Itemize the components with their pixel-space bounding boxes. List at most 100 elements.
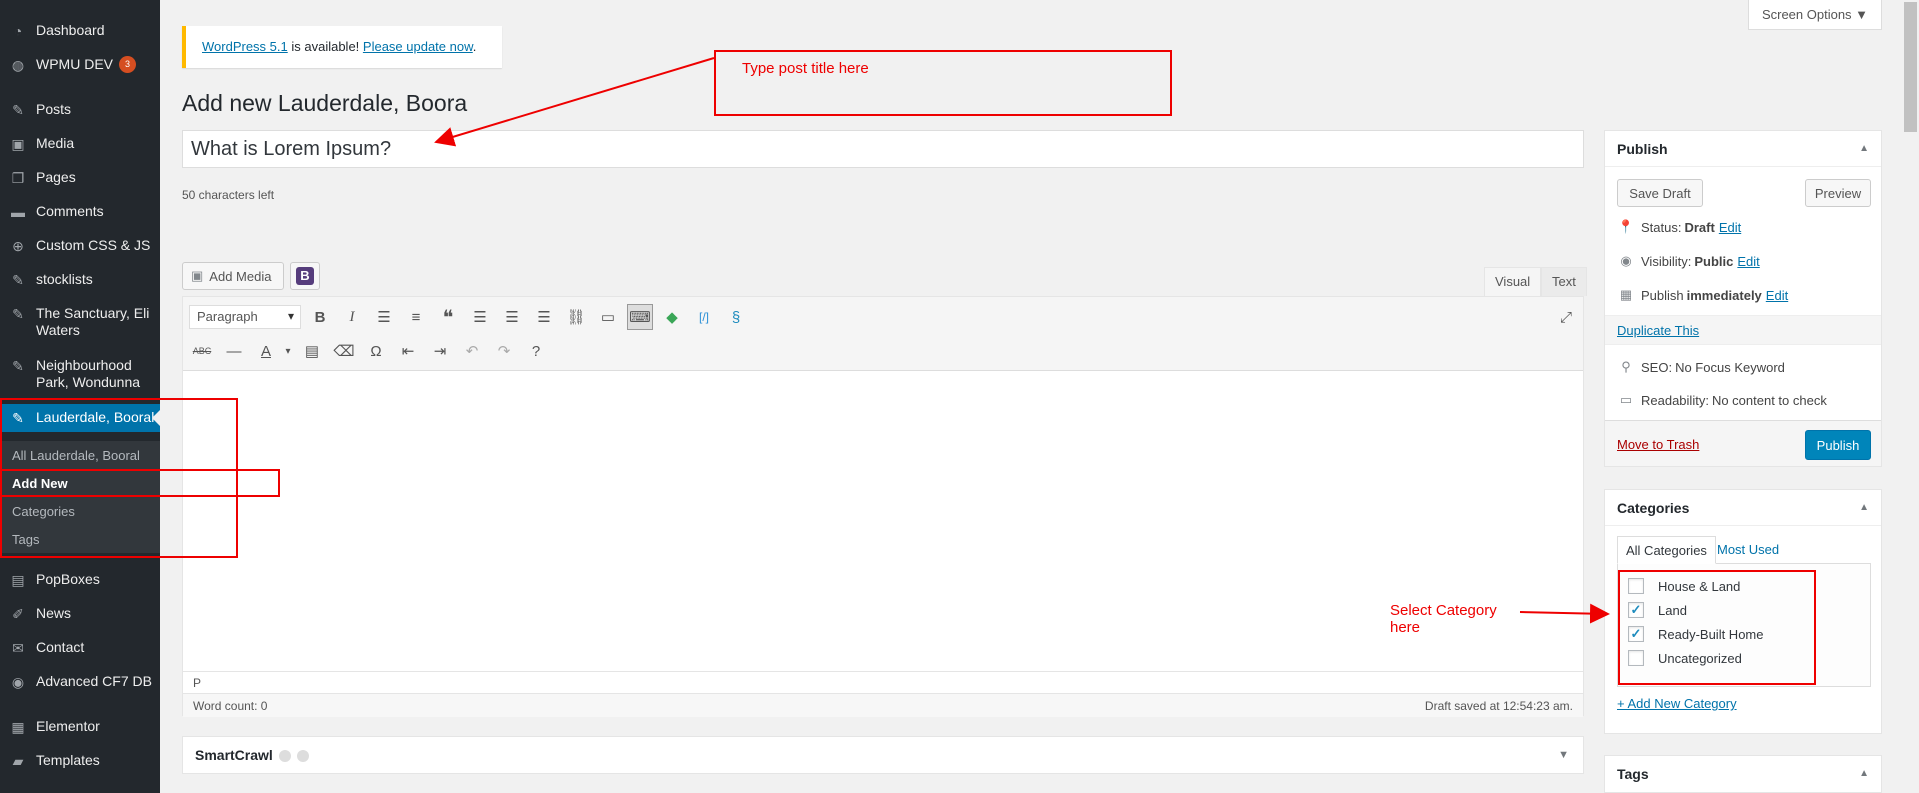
tags-box: Tags ▲ <box>1604 755 1882 793</box>
add-new-highlight-box <box>0 469 280 497</box>
sidebar-item-neighbourhood[interactable]: ✎ Neighbourhood Park, Wondunna <box>0 357 160 391</box>
pages-icon: ❐ <box>11 169 25 186</box>
elementor-icon: ▦ <box>11 718 25 735</box>
sidebar-item-templates[interactable]: ▰ Templates <box>0 752 160 769</box>
post-editor: Paragraph B I ☰ ≡ ❝ ☰ ☰ ☰ ⛓ ▭ ⌨ ◆ [/] § … <box>182 296 1584 717</box>
search-icon: ⚲ <box>1621 359 1631 374</box>
fullscreen-icon[interactable]: ⤢ <box>1553 304 1579 330</box>
numbered-list-icon[interactable]: ≡ <box>403 304 429 330</box>
sidebar-item-posts[interactable]: ✎ Posts <box>0 101 160 118</box>
comments-icon: ▬ <box>11 203 25 220</box>
dashboard-icon: ◔ <box>13 22 23 39</box>
clear-formatting-icon[interactable]: ⌫ <box>331 338 357 364</box>
read-more-icon[interactable]: ▭ <box>595 304 621 330</box>
seo-row: ⚲ SEO: No Focus Keyword <box>1617 359 1785 375</box>
tags-box-header[interactable]: Tags ▲ <box>1605 756 1881 792</box>
status-row: 📍 Status: Draft Edit <box>1617 219 1742 235</box>
post-title-input[interactable] <box>182 130 1584 168</box>
collapse-icon[interactable]: ▲ <box>1859 768 1869 779</box>
code-icon[interactable]: [/] <box>691 304 717 330</box>
link-icon[interactable]: ⛓ <box>563 304 589 330</box>
redo-icon[interactable]: ↷ <box>491 338 517 364</box>
indent-icon[interactable]: ⇥ <box>427 338 453 364</box>
outdent-icon[interactable]: ⇤ <box>395 338 421 364</box>
publish-actions: Move to Trash Publish <box>1605 420 1881 466</box>
sidebar-item-dashboard[interactable]: ◔ Dashboard <box>0 22 160 39</box>
sidebar-item-popboxes[interactable]: ▤ PopBoxes <box>0 571 160 588</box>
strikethrough-icon[interactable]: ABC <box>189 338 215 364</box>
sidebar-item-sanctuary[interactable]: ✎ The Sanctuary, Eli Waters <box>0 305 160 339</box>
sidebar-item-custom-css[interactable]: ⊕ Custom CSS & JS <box>0 237 160 254</box>
pin-icon: 📍 <box>1617 219 1635 234</box>
status-dot-icon <box>296 750 309 763</box>
plus-circle-icon: ⊕ <box>12 237 24 254</box>
special-character-icon[interactable]: Ω <box>363 338 389 364</box>
tab-visual[interactable]: Visual <box>1484 267 1542 296</box>
wordpress-version-link[interactable]: WordPress 5.1 <box>202 39 288 54</box>
tab-text[interactable]: Text <box>1541 267 1587 296</box>
tab-most-used[interactable]: Most Used <box>1709 536 1787 564</box>
align-left-icon[interactable]: ☰ <box>467 304 493 330</box>
popboxes-icon: ▤ <box>11 571 25 588</box>
eye-icon: ◉ <box>11 673 25 690</box>
bullet-list-icon[interactable]: ☰ <box>371 304 397 330</box>
page-scrollbar[interactable] <box>1902 0 1919 793</box>
visibility-row: ◉ Visibility: Public Edit <box>1617 253 1759 269</box>
update-notice: WordPress 5.1 is available! Please updat… <box>182 26 502 68</box>
screen-options-button[interactable]: Screen Options ▼ <box>1748 0 1882 30</box>
sidebar-item-stocklists[interactable]: ✎ stocklists <box>0 271 160 288</box>
bold-icon[interactable]: B <box>307 304 333 330</box>
schedule-row: ▦ Publish immediately Edit <box>1617 287 1788 303</box>
wpmudev-icon: ◍ <box>11 56 25 73</box>
toolbar-toggle-icon[interactable]: ⌨ <box>627 304 653 330</box>
category-hint-text: Select Category here <box>1390 602 1497 636</box>
add-new-category-link[interactable]: + Add New Category <box>1617 696 1737 711</box>
blockquote-icon[interactable]: ❝ <box>435 304 461 330</box>
folder-icon: ▰ <box>12 752 24 769</box>
smartcrawl-metabox[interactable]: SmartCrawl ▼ <box>182 736 1584 774</box>
chevron-down-icon[interactable]: ▼ <box>1558 749 1569 761</box>
sidebar-item-news[interactable]: ✐ News <box>0 605 160 622</box>
sidebar-item-media[interactable]: ▣ Media <box>0 135 160 152</box>
update-now-link[interactable]: Please update now <box>363 39 473 54</box>
sidebar-item-cf7db[interactable]: ◉ Advanced CF7 DB <box>0 673 160 690</box>
shortcode-icon[interactable]: § <box>723 304 749 330</box>
edit-status-link[interactable]: Edit <box>1719 220 1741 235</box>
duplicate-link[interactable]: Duplicate This <box>1617 323 1699 338</box>
chevron-down-icon[interactable]: ▾ <box>275 338 301 364</box>
sidebar-item-pages[interactable]: ❐ Pages <box>0 169 160 186</box>
add-media-button[interactable]: ▣ Add Media <box>182 262 284 290</box>
align-right-icon[interactable]: ☰ <box>531 304 557 330</box>
monitor-icon: ▭ <box>1619 392 1633 407</box>
save-draft-button[interactable]: Save Draft <box>1617 179 1703 207</box>
publish-box: Publish ▲ Save Draft Preview 📍 Status: Draf… <box>1604 130 1882 467</box>
publish-button[interactable]: Publish <box>1805 430 1871 460</box>
publish-box-header[interactable]: Publish ▲ <box>1605 131 1881 167</box>
align-center-icon[interactable]: ☰ <box>499 304 525 330</box>
undo-icon[interactable]: ↶ <box>459 338 485 364</box>
paste-text-icon[interactable]: ▤ <box>299 338 325 364</box>
sidebar-item-contact[interactable]: ✉ Contact <box>0 639 160 656</box>
edit-schedule-link[interactable]: Edit <box>1766 288 1788 303</box>
edit-visibility-link[interactable]: Edit <box>1737 254 1759 269</box>
media-icon: ▣ <box>11 135 25 152</box>
italic-icon[interactable]: I <box>339 304 365 330</box>
sidebar-item-elementor[interactable]: ▦ Elementor <box>0 718 160 735</box>
scrollbar-thumb[interactable] <box>1904 2 1917 132</box>
collapse-icon[interactable]: ▲ <box>1859 143 1869 154</box>
editor-content-area[interactable] <box>183 371 1583 671</box>
bootstrap-shortcode-button[interactable]: B <box>290 262 320 290</box>
collapse-icon[interactable]: ▲ <box>1859 502 1869 513</box>
preview-button[interactable]: Preview <box>1805 179 1871 207</box>
sidebar-item-wpmudev[interactable]: ◍ WPMU DEV 3 <box>0 56 160 73</box>
format-select[interactable]: Paragraph <box>189 305 301 329</box>
help-icon[interactable]: ? <box>523 338 549 364</box>
update-count-badge: 3 <box>119 56 136 73</box>
move-to-trash-link[interactable]: Move to Trash <box>1617 437 1699 452</box>
plugin-icon[interactable]: ◆ <box>659 304 685 330</box>
horizontal-line-icon[interactable]: — <box>221 338 247 364</box>
status-dot-icon <box>278 750 291 763</box>
tab-all-categories[interactable]: All Categories <box>1617 536 1716 564</box>
categories-box-header[interactable]: Categories ▲ <box>1605 490 1881 526</box>
sidebar-item-comments[interactable]: ▬ Comments <box>0 203 160 220</box>
